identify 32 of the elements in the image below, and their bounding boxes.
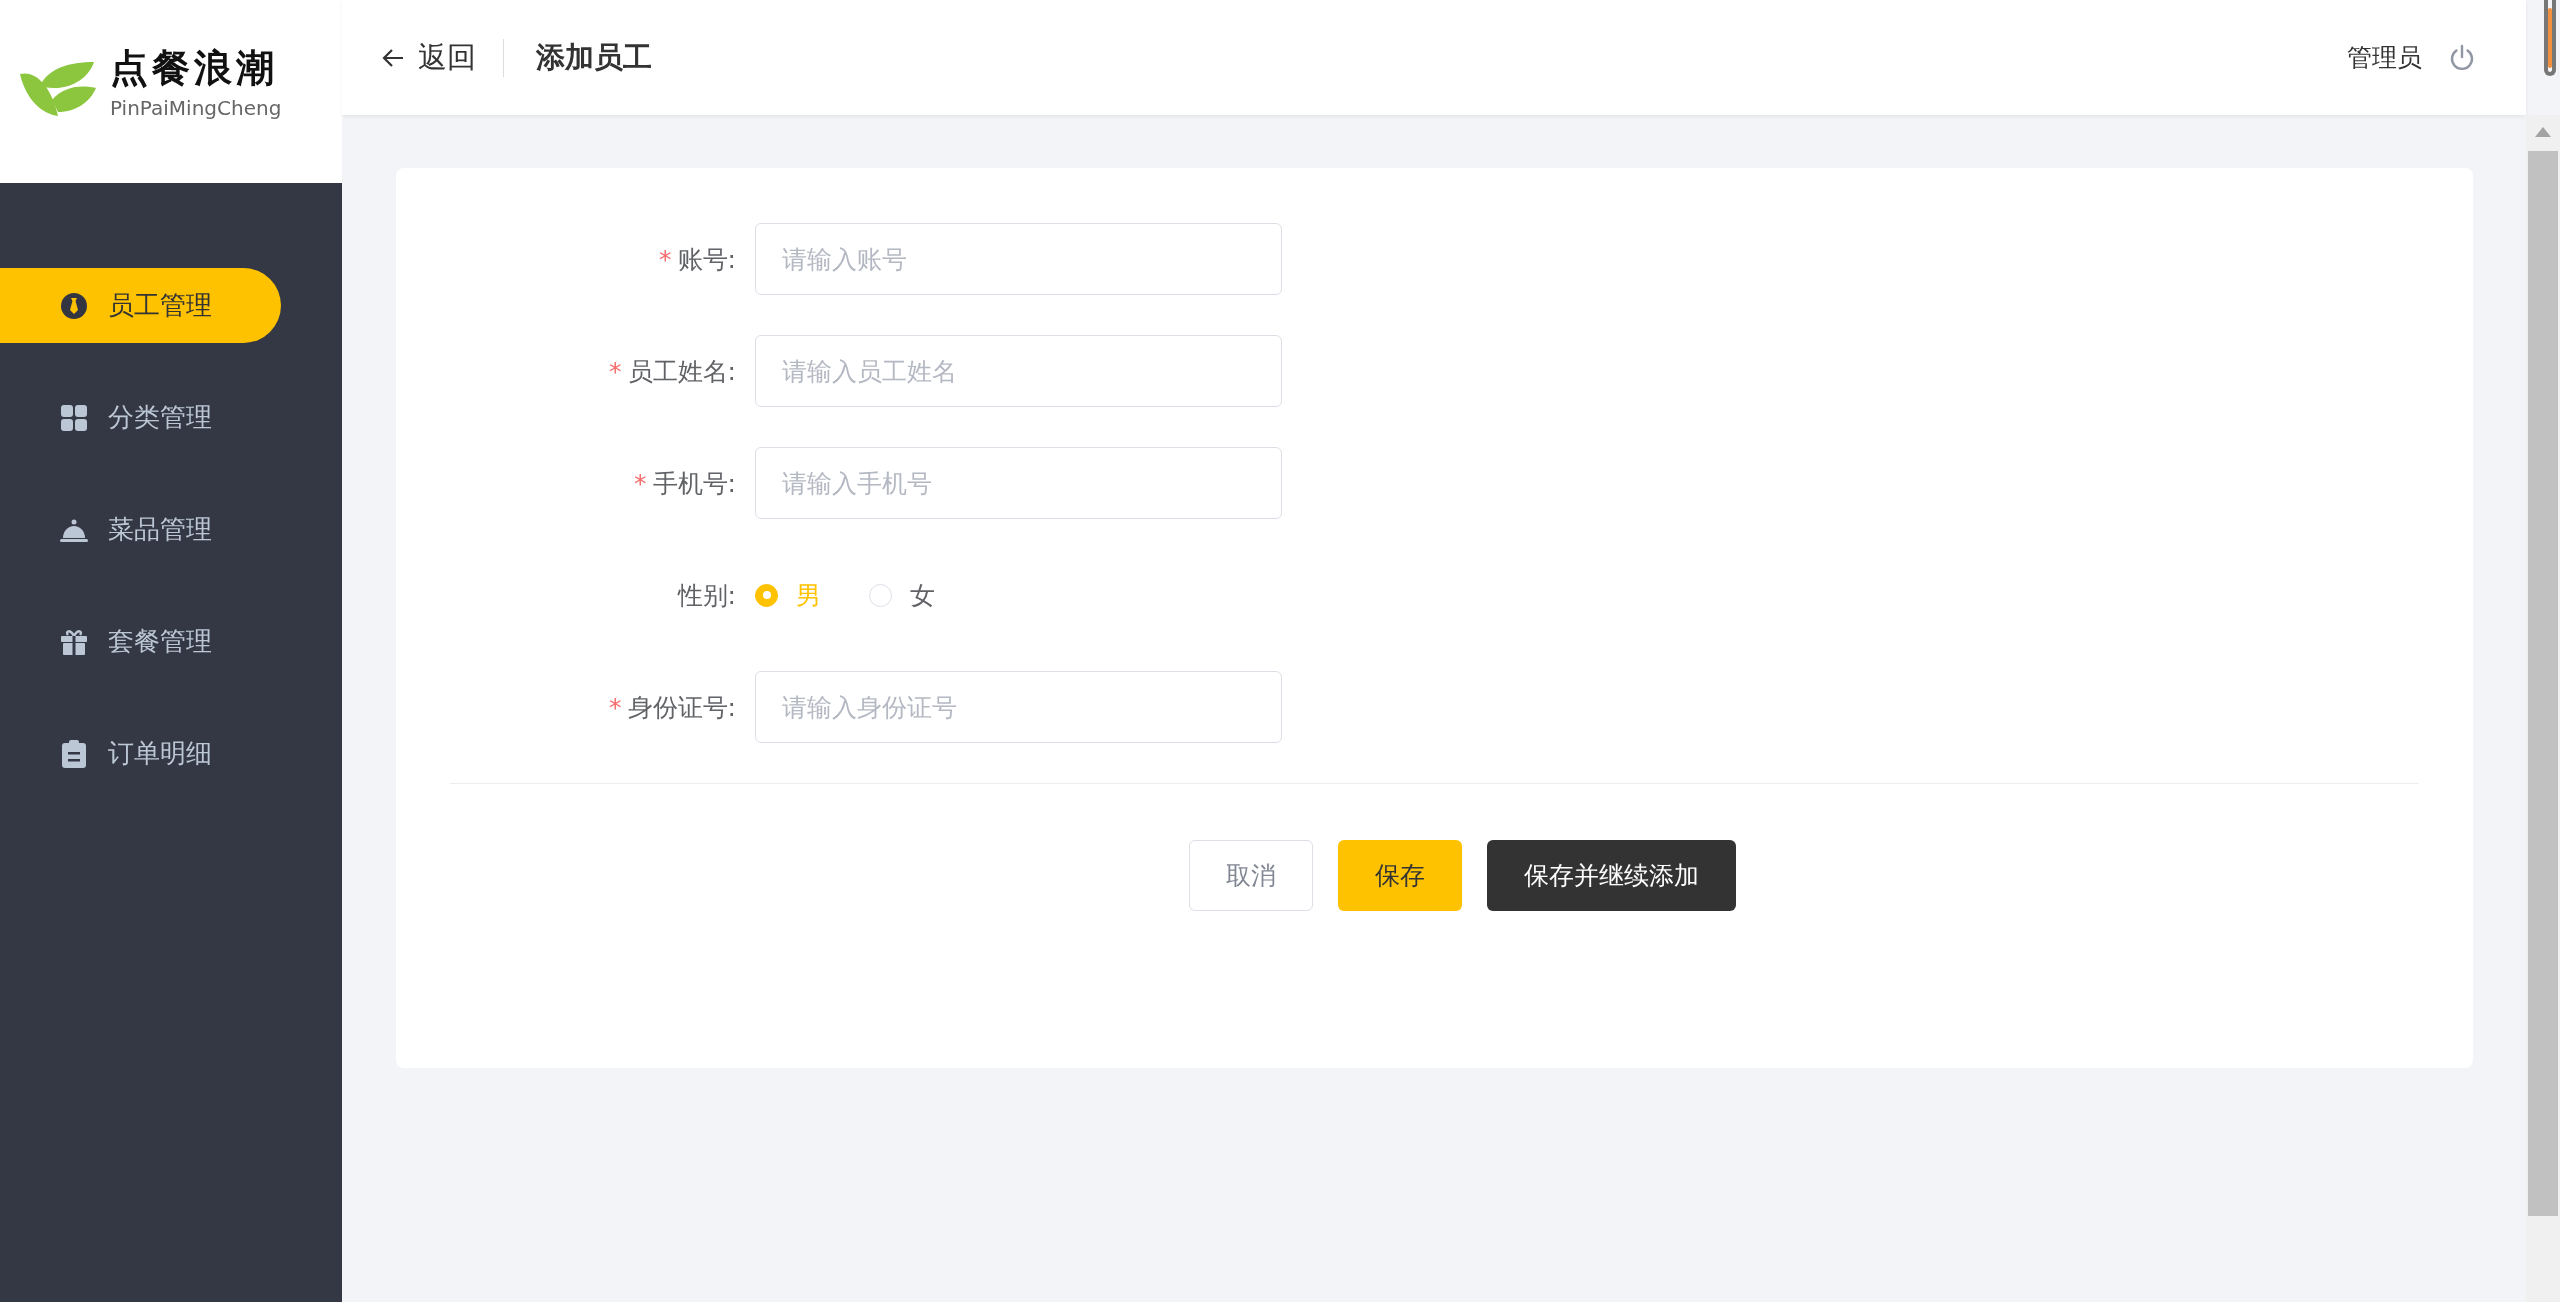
logo-subtitle: PinPaiMingCheng [110, 96, 282, 120]
clipboard-icon [60, 739, 88, 768]
input-field[interactable]: 请输入身份证号 [755, 671, 1282, 743]
field-label: * 手机号: [633, 467, 737, 500]
grid-icon [60, 403, 88, 432]
save-button[interactable]: 保存 [1337, 840, 1462, 911]
input-field[interactable]: 请输入手机号 [755, 447, 1282, 519]
back-arrow-icon [382, 47, 404, 68]
scroll-thumb[interactable] [2528, 151, 2558, 1216]
sidebar-item[interactable]: 订单明细 [0, 716, 281, 791]
field-label: * 员工姓名: [608, 355, 737, 388]
scrollbar[interactable] [2526, 115, 2560, 1302]
field-label: * 身份证号: [608, 691, 737, 724]
page-title: 添加员工 [536, 38, 652, 76]
input-field[interactable]: 请输入员工姓名 [755, 335, 1282, 407]
scroll-up-icon[interactable] [2535, 127, 2551, 137]
gift-icon [60, 627, 88, 656]
user-name: 管理员 [2347, 42, 2422, 74]
power-icon[interactable] [2448, 43, 2476, 72]
sidebar-item[interactable]: 员工管理 [0, 268, 281, 343]
tie-icon [60, 291, 88, 320]
sidebar-item[interactable]: 菜品管理 [0, 492, 281, 567]
field-label: 性别: [676, 579, 737, 612]
save-and-continue-button[interactable]: 保存并继续添加 [1486, 840, 1736, 911]
back-button[interactable]: 返回 [382, 37, 476, 78]
cancel-button[interactable]: 取消 [1188, 840, 1313, 911]
logo-title: 点餐浪潮 [110, 44, 279, 92]
input-field[interactable]: 请输入账号 [755, 223, 1282, 295]
radio-option[interactable]: 女 [869, 578, 935, 612]
sidebar-item[interactable]: 分类管理 [0, 380, 281, 455]
field-label: * 账号: [658, 243, 737, 276]
sidebar-item[interactable]: 套餐管理 [0, 604, 281, 679]
